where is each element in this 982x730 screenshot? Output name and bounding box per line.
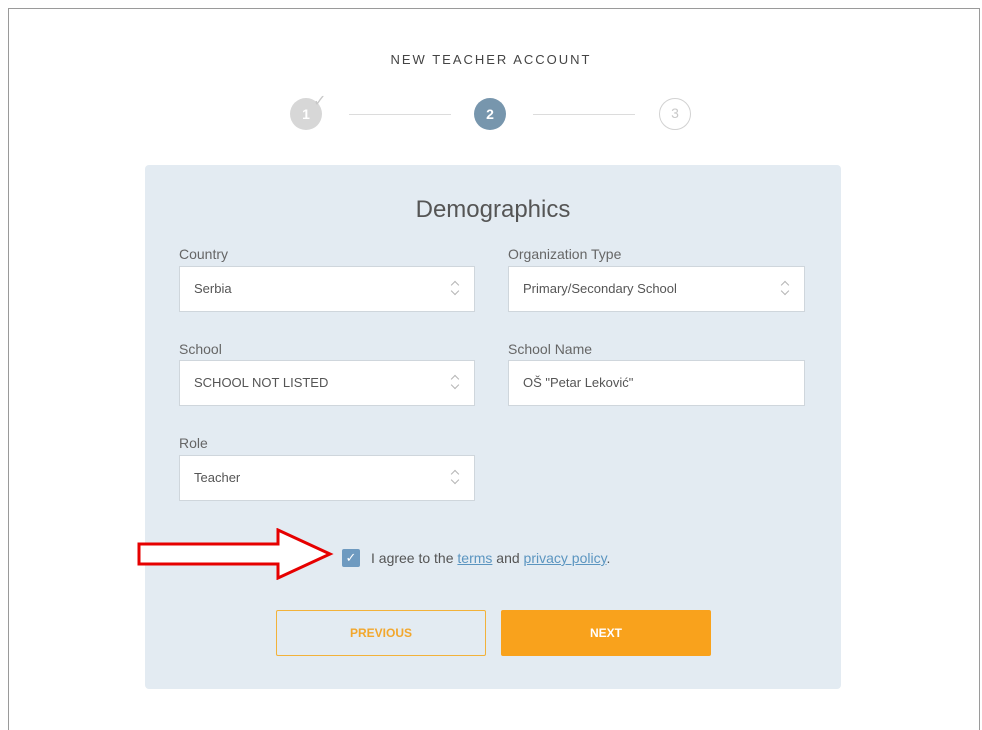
demographics-panel [145,165,841,689]
school-name-label: School Name [508,341,593,357]
agree-prefix: I agree to the [371,550,454,566]
organization-type-label: Organization Type [508,246,622,262]
select-chevron-icon [450,373,460,391]
organization-type-value: Primary/Secondary School [523,281,677,296]
agree-and: and [496,550,520,566]
agree-suffix: . [606,550,611,566]
select-chevron-icon [450,468,460,486]
school-name-input[interactable]: OŠ "Petar Leković" [508,360,805,406]
school-value: SCHOOL NOT LISTED [194,375,329,390]
privacy-policy-link[interactable]: privacy policy [524,550,607,566]
agree-text: I agree to the terms and privacy policy. [371,549,610,567]
country-label: Country [179,246,229,262]
previous-button[interactable]: PREVIOUS [276,610,486,656]
annotation-arrow-icon [137,528,334,580]
role-select[interactable]: Teacher [179,455,475,501]
school-select[interactable]: SCHOOL NOT LISTED [179,360,475,406]
school-label: School [179,341,222,357]
page-title: NEW TEACHER ACCOUNT [390,52,592,67]
country-select[interactable]: Serbia [179,266,475,312]
stepper-connector [349,114,451,115]
select-chevron-icon [780,279,790,297]
role-value: Teacher [194,470,241,485]
school-name-value: OŠ "Petar Leković" [523,375,634,390]
stepper-connector [533,114,635,115]
agree-checkbox[interactable]: ✓ [342,549,360,567]
country-value: Serbia [194,281,232,296]
role-label: Role [179,435,208,451]
organization-type-select[interactable]: Primary/Secondary School [508,266,805,312]
step-2-indicator: 2 [474,98,506,130]
select-chevron-icon [450,279,460,297]
step-complete-check-icon: ✓ [313,93,327,110]
next-button[interactable]: NEXT [501,610,711,656]
panel-title: Demographics [415,196,571,223]
terms-link[interactable]: terms [457,550,492,566]
step-3-indicator: 3 [659,98,691,130]
